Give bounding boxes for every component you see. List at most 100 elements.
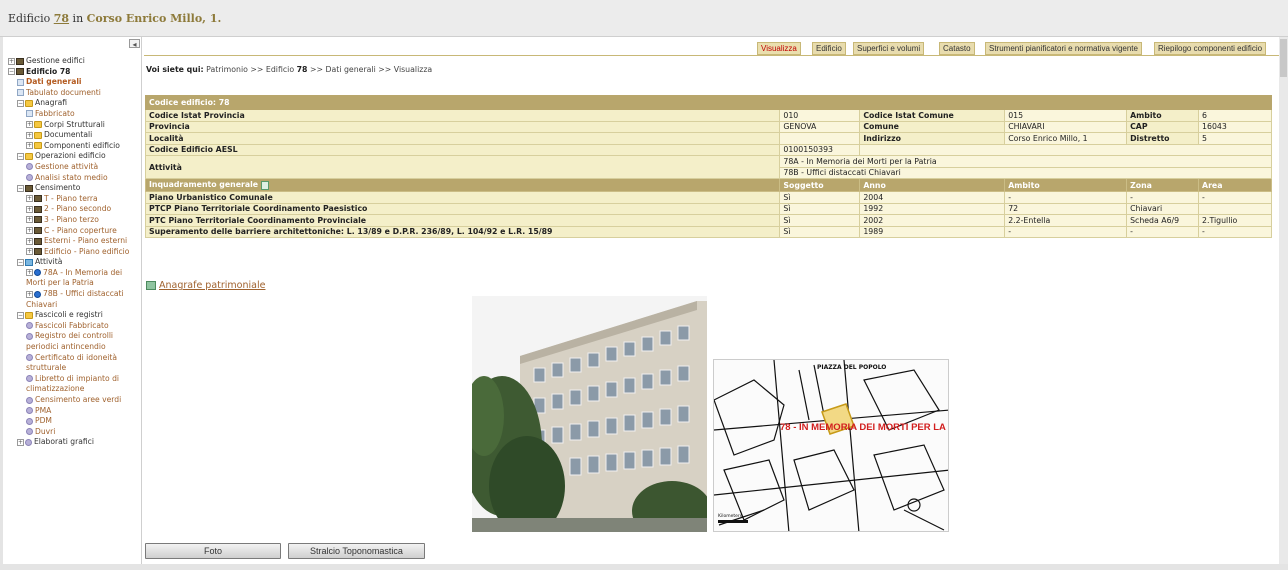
expand-plus-icon[interactable]: + bbox=[26, 195, 33, 203]
expand-plus-icon[interactable]: + bbox=[26, 142, 33, 150]
location-map: PIAZZA DEL POPOLO 78 - IN MEMORIA DEI MO… bbox=[713, 359, 949, 532]
collapse-minus-icon[interactable]: − bbox=[17, 258, 24, 266]
expand-plus-icon[interactable]: + bbox=[26, 216, 33, 224]
expand-plus-icon[interactable]: + bbox=[26, 269, 33, 277]
title-bar: Edificio 78 in Corso Enrico Millo, 1. bbox=[0, 0, 1288, 37]
sidebar-item-pma[interactable]: PMA bbox=[26, 406, 140, 417]
bullet-icon bbox=[26, 332, 33, 340]
folder-icon bbox=[34, 131, 42, 139]
expand-plus-icon[interactable]: + bbox=[17, 438, 24, 446]
sidebar-item-censimento-aree-verdi[interactable]: Censimento aree verdi bbox=[26, 395, 140, 406]
sidebar-item-78a[interactable]: +78A - In Memoria dei Morti per la Patri… bbox=[26, 268, 140, 289]
building-icon bbox=[34, 195, 42, 203]
sidebar-item-fabbricato[interactable]: Fabbricato bbox=[26, 109, 140, 120]
sidebar-item-pdm[interactable]: PDM bbox=[26, 416, 140, 427]
sidebar-item-edificio-78[interactable]: − Edificio 78 bbox=[8, 67, 140, 78]
sidebar-item-anagrafi[interactable]: − Anagrafi bbox=[17, 98, 140, 109]
tab-visualizza[interactable]: Visualizza bbox=[757, 42, 801, 55]
sidebar-item-certificato-idoneita[interactable]: Certificato di idoneità strutturale bbox=[26, 353, 140, 374]
sidebar-item-piano-esterni[interactable]: + Esterni - Piano esterni bbox=[26, 236, 140, 247]
page-title: Edificio 78 in Corso Enrico Millo, 1. bbox=[8, 12, 221, 25]
page-icon bbox=[17, 89, 24, 97]
title-in: in bbox=[72, 12, 84, 25]
sidebar-item-piano-coperture[interactable]: + C - Piano coperture bbox=[26, 226, 140, 237]
sidebar-item-piano-terra[interactable]: + T - Piano terra bbox=[26, 194, 140, 205]
scrollbar-thumb[interactable] bbox=[1280, 39, 1287, 77]
expand-plus-icon[interactable]: + bbox=[26, 227, 33, 234]
building-icon bbox=[34, 205, 42, 213]
bullet-icon bbox=[26, 322, 33, 330]
building-address: Corso Enrico Millo, 1. bbox=[86, 12, 222, 25]
folder-icon bbox=[34, 142, 42, 150]
sidebar-item-libretto-impianto[interactable]: Libretto di impianto di climatizzazione bbox=[26, 374, 140, 395]
collapse-minus-icon[interactable]: − bbox=[17, 99, 24, 107]
bullet-icon bbox=[26, 407, 33, 415]
expand-plus-icon[interactable]: + bbox=[26, 121, 33, 129]
map-piazza-label: PIAZZA DEL POPOLO bbox=[817, 364, 887, 371]
tab-edificio[interactable]: Edificio bbox=[812, 42, 846, 55]
building-icon bbox=[34, 237, 42, 245]
expand-plus-icon[interactable]: + bbox=[26, 205, 33, 213]
foto-button[interactable]: Foto bbox=[145, 543, 281, 559]
sidebar-item-documentali[interactable]: + Documentali bbox=[26, 130, 140, 141]
collapse-minus-icon[interactable]: − bbox=[17, 184, 24, 192]
map-scale-label: Kilometers bbox=[718, 514, 743, 519]
breadcrumb: Voi siete qui: Patrimonio >> Edificio 78… bbox=[146, 65, 433, 74]
inquadramento-header: Inquadramento generale bbox=[144, 178, 781, 192]
sidebar-item-registro-controlli[interactable]: Registro dei controlli periodici antince… bbox=[26, 331, 140, 352]
bullet-icon bbox=[26, 163, 33, 171]
sidebar-item-elaborati-grafici[interactable]: + Elaborati grafici bbox=[17, 437, 140, 448]
tab-superfici-volumi[interactable]: Superfici e volumi bbox=[853, 42, 925, 55]
map-drawing bbox=[714, 360, 948, 531]
bottom-border bbox=[0, 564, 1288, 570]
collapse-minus-icon[interactable]: − bbox=[8, 68, 15, 76]
collapse-minus-icon[interactable]: − bbox=[17, 311, 24, 319]
building-icon bbox=[34, 227, 42, 234]
bullet-icon bbox=[26, 375, 33, 383]
table-row: PTCP Piano Territoriale Coordinamento Pa… bbox=[144, 202, 1272, 215]
sidebar-item-gestione-edifici[interactable]: + Gestione edifici bbox=[8, 56, 140, 67]
sidebar-item-piano-terzo[interactable]: +3 - Piano terzo bbox=[26, 215, 140, 226]
tab-catasto[interactable]: Catasto bbox=[939, 42, 975, 55]
sidebar-item-piano-edificio[interactable]: + Edificio - Piano edificio bbox=[26, 247, 140, 258]
sidebar-item-78b[interactable]: +78B - Uffici distaccati Chiavari bbox=[26, 289, 140, 310]
building-photo-drawing bbox=[472, 296, 707, 532]
building-number-link[interactable]: 78 bbox=[54, 12, 69, 25]
building-photo bbox=[472, 296, 707, 532]
sidebar-item-duvri[interactable]: Duvri bbox=[26, 427, 140, 438]
sidebar-item-analisi-stato-medio[interactable]: Analisi stato medio bbox=[26, 173, 140, 184]
page-icon bbox=[26, 110, 33, 118]
tab-riepilogo-componenti[interactable]: Riepilogo componenti edificio bbox=[1154, 42, 1267, 55]
anagrafe-patrimoniale-link[interactable]: Anagrafe patrimoniale bbox=[146, 280, 265, 291]
expand-plus-icon[interactable]: + bbox=[26, 290, 33, 298]
building-data-table: Codice edificio: 78 Codice Istat Provinc… bbox=[144, 95, 1272, 238]
sidebar-item-tabulato-documenti[interactable]: Tabulato documenti bbox=[17, 88, 140, 99]
table-row: Piano Urbanistico Comunale Sì 2004 - - - bbox=[144, 191, 1272, 204]
back-arrow-icon bbox=[146, 281, 156, 290]
sidebar-item-operazioni-edificio[interactable]: − Operazioni edificio bbox=[17, 151, 140, 162]
sidebar-item-attivita[interactable]: − Attività bbox=[17, 257, 140, 268]
sidebar-item-gestione-attivita[interactable]: Gestione attività bbox=[26, 162, 140, 173]
collapse-left-icon[interactable]: ◂ bbox=[129, 39, 140, 49]
sidebar-item-fascicoli-fabbricato[interactable]: Fascicoli Fabbricato bbox=[26, 321, 140, 332]
sidebar-item-censimento[interactable]: − Censimento bbox=[17, 183, 140, 194]
stralcio-toponomastica-button[interactable]: Stralcio Toponomastica bbox=[288, 543, 425, 559]
building-icon bbox=[34, 248, 42, 256]
expand-plus-icon[interactable]: + bbox=[8, 57, 15, 65]
bullet-icon bbox=[26, 428, 33, 436]
collapse-minus-icon[interactable]: − bbox=[17, 152, 24, 160]
page-icon bbox=[17, 78, 24, 86]
bullet-icon bbox=[26, 396, 33, 404]
expand-plus-icon[interactable]: + bbox=[26, 248, 33, 256]
sidebar-item-corpi-strutturali[interactable]: + Corpi Strutturali bbox=[26, 120, 140, 131]
expand-plus-icon[interactable]: + bbox=[26, 237, 33, 245]
expand-plus-icon[interactable]: + bbox=[26, 131, 33, 139]
vertical-scrollbar[interactable] bbox=[1279, 37, 1288, 570]
sidebar-item-piano-secondo[interactable]: +2 - Piano secondo bbox=[26, 204, 140, 215]
bullet-icon bbox=[26, 417, 33, 425]
tab-strumenti-pianificatori[interactable]: Strumenti pianificatori e normativa vige… bbox=[985, 42, 1142, 55]
document-icon[interactable] bbox=[260, 180, 269, 190]
sidebar-item-componenti-edificio[interactable]: + Componenti edificio bbox=[26, 141, 140, 152]
sidebar-item-dati-generali[interactable]: Dati generali bbox=[17, 77, 140, 88]
sidebar-item-fascicoli-registri[interactable]: − Fascicoli e registri bbox=[17, 310, 140, 321]
